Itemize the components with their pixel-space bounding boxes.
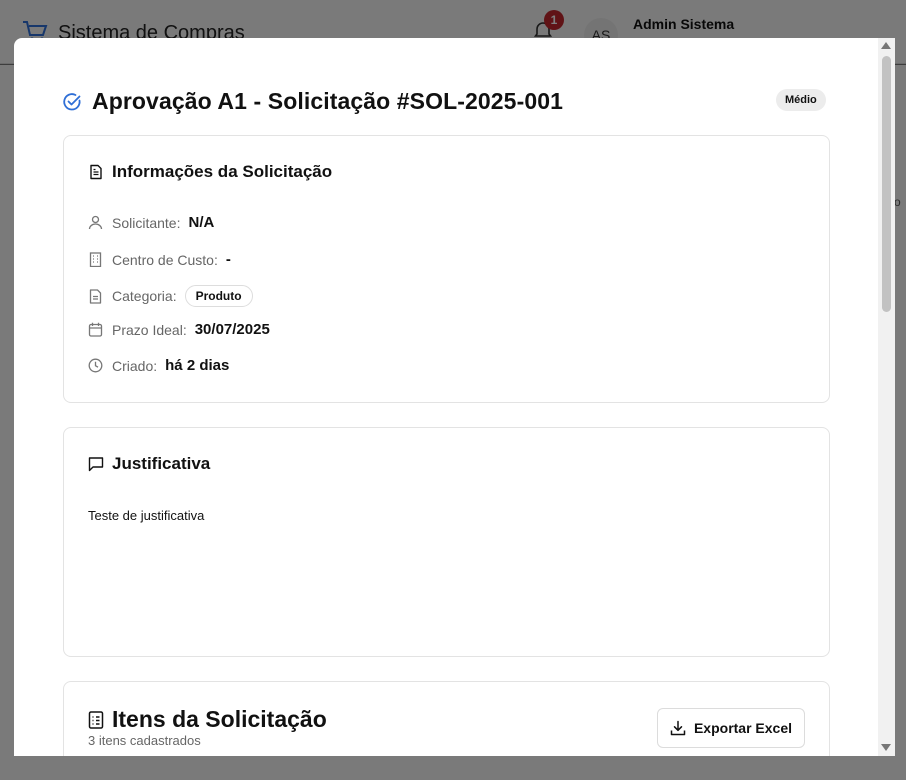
modal-header: Aprovação A1 - Solicitação #SOL-2025-001 bbox=[62, 88, 563, 115]
scroll-down-arrow-icon[interactable] bbox=[881, 744, 891, 751]
priority-badge: Médio bbox=[776, 89, 826, 111]
items-card: Itens da Solicitação 3 itens cadastrados… bbox=[63, 681, 830, 756]
items-card-header: Itens da Solicitação bbox=[88, 706, 327, 733]
info-value: 30/07/2025 bbox=[194, 321, 270, 338]
justification-text: Teste de justificativa bbox=[88, 508, 205, 523]
justification-card: Justificativa Teste de justificativa bbox=[63, 427, 830, 657]
info-value: - bbox=[225, 251, 231, 268]
info-row-requester: Solicitante: N/A bbox=[88, 214, 214, 231]
justification-card-title: Justificativa bbox=[112, 454, 211, 473]
check-circle-icon bbox=[63, 92, 81, 110]
items-count: 3 itens cadastrados bbox=[88, 733, 201, 748]
document-icon bbox=[89, 288, 102, 304]
building-icon bbox=[89, 252, 102, 267]
info-card-title: Informações da Solicitação bbox=[112, 162, 333, 181]
clock-icon bbox=[88, 358, 103, 373]
info-label: Criado: bbox=[112, 357, 158, 374]
download-icon bbox=[670, 720, 686, 736]
approval-modal: Aprovação A1 - Solicitação #SOL-2025-001… bbox=[14, 38, 878, 756]
export-excel-button[interactable]: Exportar Excel bbox=[657, 708, 805, 748]
category-badge: Produto bbox=[184, 285, 253, 307]
list-document-icon bbox=[88, 710, 104, 729]
scroll-up-arrow-icon[interactable] bbox=[881, 42, 891, 49]
items-card-title: Itens da Solicitação bbox=[112, 706, 327, 732]
export-excel-label: Exportar Excel bbox=[693, 720, 793, 736]
info-card-header: Informações da Solicitação bbox=[88, 162, 332, 182]
modal-title: Aprovação A1 - Solicitação #SOL-2025-001 bbox=[92, 88, 564, 114]
justification-card-header: Justificativa bbox=[88, 454, 210, 474]
info-label: Prazo Ideal: bbox=[112, 321, 187, 338]
info-row-cost-center: Centro de Custo: - bbox=[88, 251, 231, 268]
info-label: Categoria: bbox=[112, 288, 177, 304]
scroll-thumb[interactable] bbox=[882, 56, 891, 312]
info-card: Informações da Solicitação Solicitante: … bbox=[63, 135, 830, 403]
info-label: Solicitante: bbox=[112, 214, 181, 231]
info-value: N/A bbox=[188, 214, 215, 231]
info-label: Centro de Custo: bbox=[112, 251, 218, 268]
info-row-created: Criado: há 2 dias bbox=[88, 357, 229, 374]
calendar-icon bbox=[88, 322, 103, 337]
info-row-deadline: Prazo Ideal: 30/07/2025 bbox=[88, 321, 270, 338]
document-icon bbox=[90, 164, 102, 180]
user-icon bbox=[88, 215, 103, 230]
info-value: há 2 dias bbox=[165, 357, 230, 374]
info-row-category: Categoria: Produto bbox=[88, 285, 253, 307]
message-square-icon bbox=[88, 457, 104, 472]
modal-scrollbar[interactable] bbox=[878, 38, 895, 756]
